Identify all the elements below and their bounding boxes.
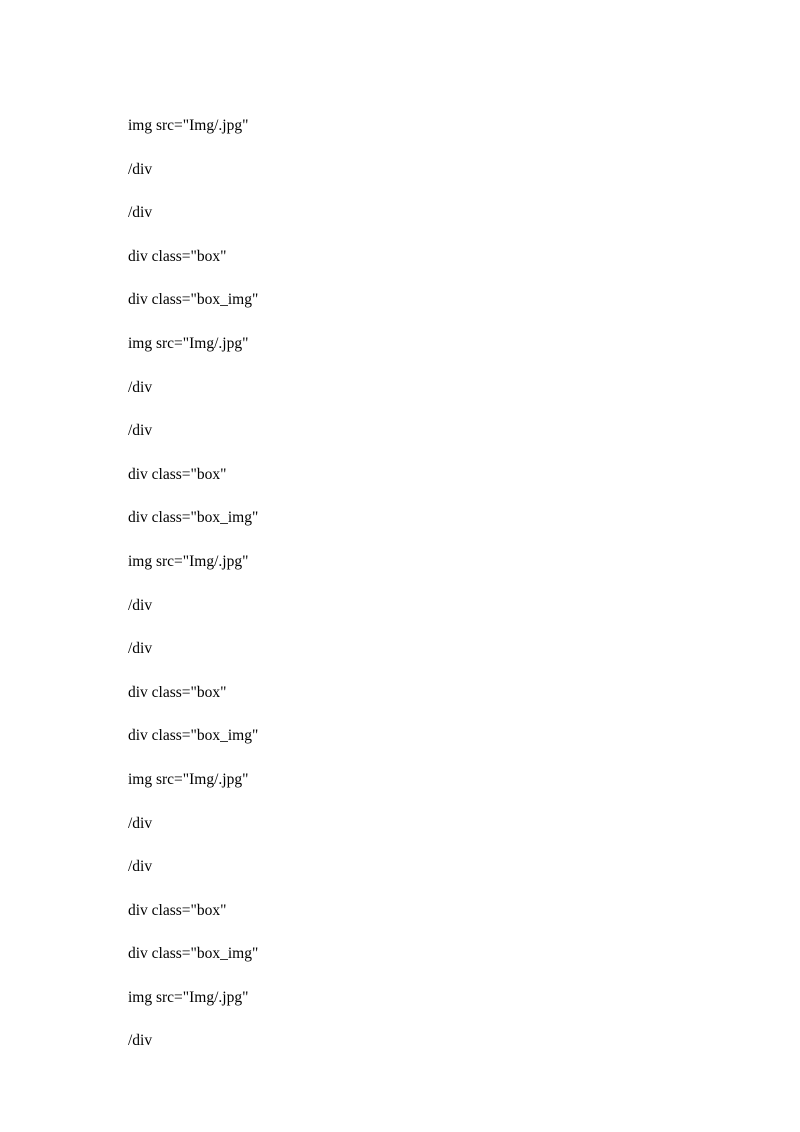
- document-page: img src="Img/.jpg" /div /div div class="…: [0, 0, 800, 1049]
- code-line: div class="box": [128, 467, 700, 483]
- code-line: /div: [128, 641, 700, 657]
- code-line: div class="box": [128, 903, 700, 919]
- code-line: img src="Img/.jpg": [128, 554, 700, 570]
- code-line: div class="box_img": [128, 510, 700, 526]
- code-line: /div: [128, 598, 700, 614]
- code-line: /div: [128, 423, 700, 439]
- code-line: div class="box": [128, 685, 700, 701]
- code-line: /div: [128, 162, 700, 178]
- code-line: div class="box": [128, 249, 700, 265]
- code-line: img src="Img/.jpg": [128, 772, 700, 788]
- code-line: img src="Img/.jpg": [128, 118, 700, 134]
- code-line: /div: [128, 1033, 700, 1049]
- code-line: div class="box_img": [128, 946, 700, 962]
- code-line: div class="box_img": [128, 292, 700, 308]
- code-line: img src="Img/.jpg": [128, 990, 700, 1006]
- code-line: img src="Img/.jpg": [128, 336, 700, 352]
- code-line: /div: [128, 205, 700, 221]
- code-line: /div: [128, 380, 700, 396]
- code-line: div class="box_img": [128, 728, 700, 744]
- code-line: /div: [128, 816, 700, 832]
- code-line: /div: [128, 859, 700, 875]
